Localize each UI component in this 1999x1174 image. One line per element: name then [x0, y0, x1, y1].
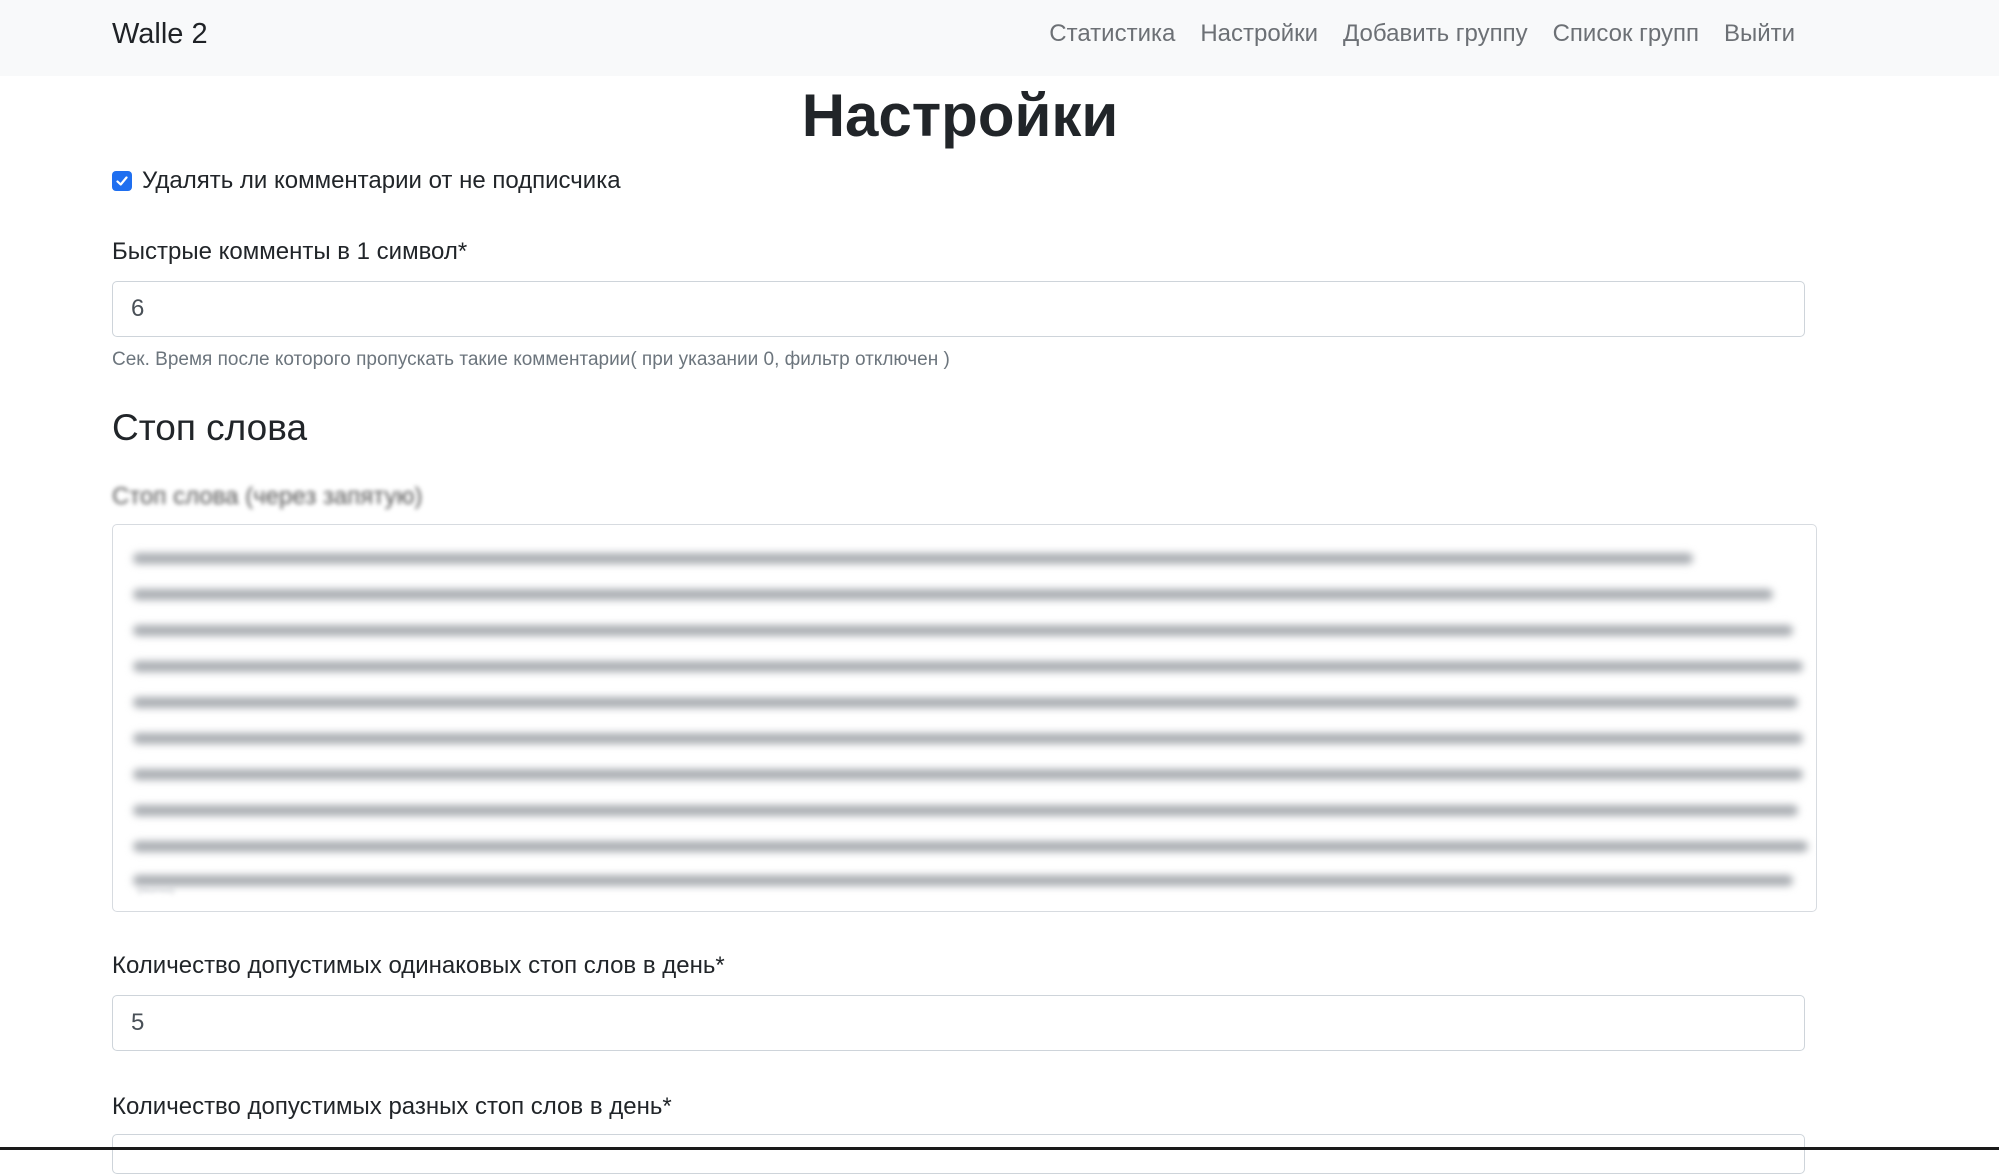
nav-link-settings[interactable]: Настройки [1200, 16, 1318, 52]
same-stopwords-label: Количество допустимых одинаковых стоп сл… [112, 952, 725, 979]
quick-comments-input[interactable]: 6 [112, 281, 1805, 337]
blurred-text-line [133, 841, 1808, 852]
blurred-text-line [133, 625, 1793, 636]
different-stopwords-label: Количество допустимых разных стоп слов в… [112, 1093, 672, 1120]
quick-comments-label: Быстрые комменты в 1 символ* [112, 238, 468, 265]
top-navbar: Walle 2 Статистика Настройки Добавить гр… [0, 0, 1999, 76]
nav-link-logout[interactable]: Выйти [1724, 16, 1795, 52]
different-stopwords-input[interactable] [112, 1134, 1805, 1174]
delete-nonsubscriber-row: Удалять ли комментарии от не подписчика [112, 166, 621, 196]
nav-link-group-list[interactable]: Список групп [1553, 16, 1699, 52]
page-title: Настройки [801, 82, 1119, 149]
blurred-text-line [133, 769, 1803, 780]
delete-nonsubscriber-label: Удалять ли комментарии от не подписчика [142, 167, 621, 194]
stopwords-section-title: Стоп слова [112, 407, 308, 448]
stopwords-field-label: Стоп слова (через запятую) [112, 483, 423, 510]
checkmark-icon [116, 176, 128, 186]
blurred-text-line [133, 553, 1693, 564]
blurred-text-line [133, 697, 1798, 708]
blurred-textarea-content: (blurred) [137, 885, 175, 896]
brand-logo[interactable]: Walle 2 [112, 16, 208, 52]
nav-link-add-group[interactable]: Добавить группу [1343, 16, 1528, 52]
blurred-text-line [133, 733, 1803, 744]
nav-links: Статистика Настройки Добавить группу Спи… [1049, 16, 1795, 52]
same-stopwords-input[interactable]: 5 [112, 995, 1805, 1051]
blurred-text-line [133, 589, 1773, 600]
blurred-text-line [133, 875, 1793, 886]
quick-comments-help: Сек. Время после которого пропускать так… [112, 349, 950, 370]
blurred-text-line [133, 805, 1798, 816]
blurred-text-line [133, 661, 1803, 672]
delete-nonsubscriber-checkbox[interactable] [112, 171, 132, 191]
stopwords-textarea[interactable]: (blurred) [112, 524, 1817, 912]
nav-link-statistics[interactable]: Статистика [1049, 16, 1175, 52]
